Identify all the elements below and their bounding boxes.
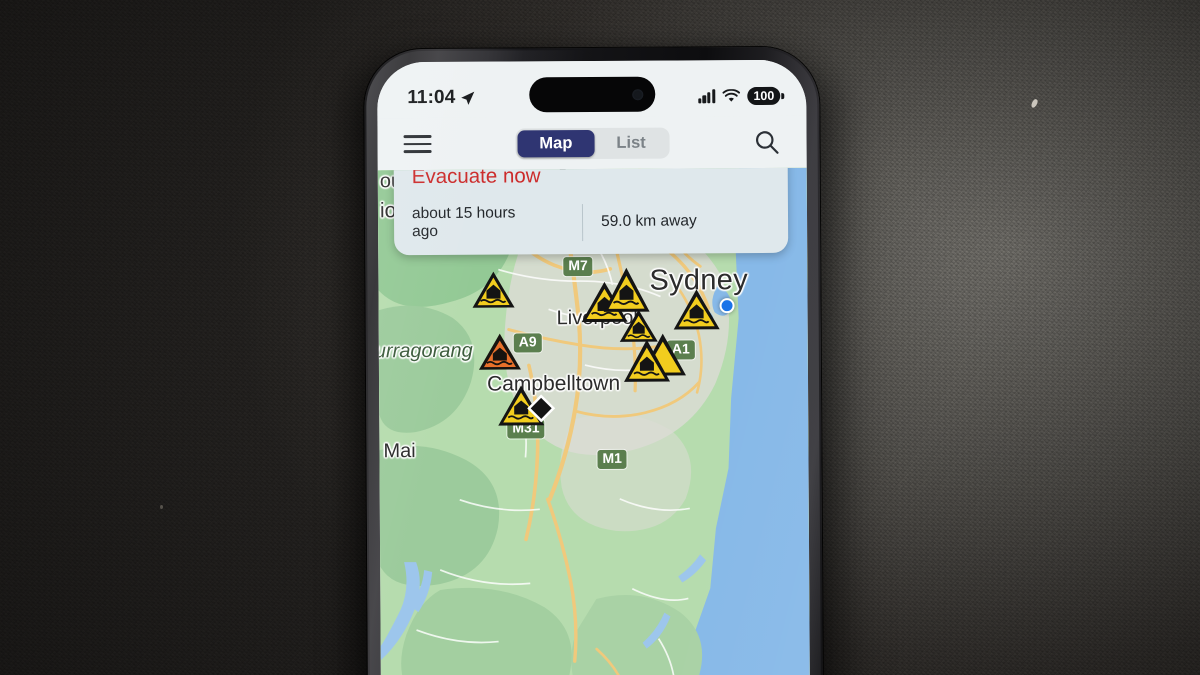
flood-warning-marker-advice[interactable]	[471, 270, 515, 310]
user-location-dot	[719, 298, 735, 314]
flood-warning-marker-advice-cluster[interactable]	[623, 332, 689, 384]
smartphone-device: 11:04 100 Map List ou Sydney urragorang …	[363, 46, 824, 675]
status-time: 11:04	[407, 86, 456, 109]
tab-map[interactable]: Map	[517, 129, 595, 157]
dynamic-island	[528, 76, 655, 113]
flood-warning-marker-advice-with-incident[interactable]	[497, 384, 563, 434]
alert-action-text: Evacuate now	[411, 167, 541, 189]
battery-indicator: 100	[747, 87, 781, 105]
map-canvas[interactable]: ional Park ou Blacktown Sydney Liverpool…	[377, 167, 811, 675]
alert-metadata: about 15 hours ago 59.0 km away	[412, 203, 772, 242]
background-speck-small	[160, 505, 163, 509]
scene-root: 11:04 100 Map List ou Sydney urragorang …	[0, 0, 1200, 675]
front-camera-lens	[631, 88, 643, 100]
hamburger-menu-icon[interactable]	[403, 135, 432, 154]
app-navigation-bar: Map List	[377, 115, 807, 171]
road-shield: M1	[597, 449, 628, 469]
status-time-group: 11:04	[407, 87, 475, 109]
phone-screen: 11:04 100 Map List ou Sydney urragorang …	[377, 59, 811, 675]
alert-distance-meta: 59.0 km away	[581, 203, 697, 241]
tab-list[interactable]: List	[594, 129, 668, 156]
location-arrow-icon	[461, 91, 475, 105]
flood-warning-marker-advice[interactable]	[672, 288, 720, 332]
status-indicators: 100	[697, 87, 781, 105]
wifi-icon	[722, 89, 741, 102]
alert-distance-text: 59.0 km away	[600, 212, 697, 231]
status-bar: 11:04 100	[377, 59, 807, 119]
search-icon[interactable]	[753, 128, 780, 155]
signal-bars-icon	[697, 89, 716, 104]
fire-warning-marker-watch-and-act[interactable]	[478, 332, 522, 372]
alert-time-meta: about 15 hours ago	[412, 204, 582, 242]
alert-time-text: about 15 hours ago	[411, 204, 516, 241]
emergency-alert-card[interactable]: Emergency Warning Parts of Cumberland Re…	[393, 167, 789, 255]
map-list-segmented-control[interactable]: Map List	[515, 127, 670, 159]
